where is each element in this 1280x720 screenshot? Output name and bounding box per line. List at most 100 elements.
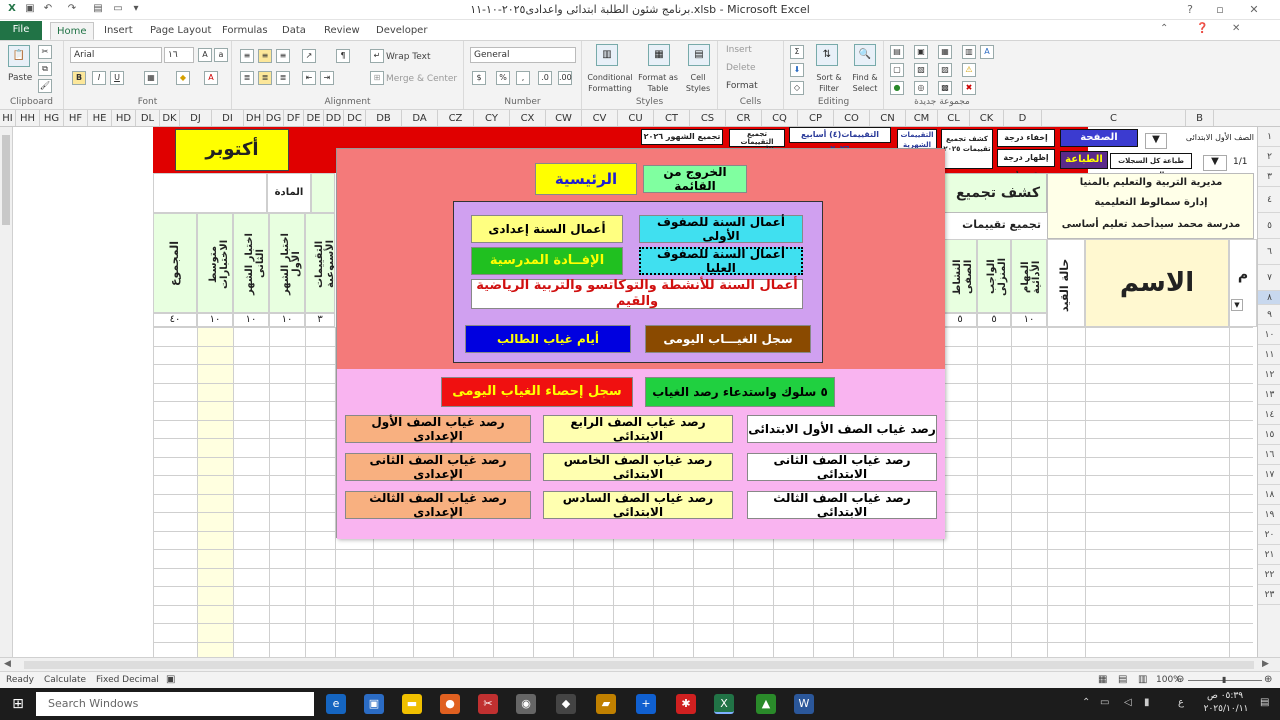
column-header[interactable]: CM: [906, 110, 938, 126]
volume-icon[interactable]: ◁: [1124, 697, 1132, 708]
zoom-in-icon[interactable]: ⊕: [1264, 674, 1272, 685]
grade-dropdown-icon[interactable]: ▼: [1145, 133, 1167, 149]
network-icon[interactable]: ▭: [1100, 697, 1109, 708]
cut-icon[interactable]: ✂: [38, 45, 52, 59]
conditional-formatting-icon[interactable]: ▥: [596, 44, 618, 66]
column-header[interactable]: CR: [726, 110, 762, 126]
format-as-table-label[interactable]: Format as Table: [638, 72, 678, 94]
firefox-icon[interactable]: ●: [440, 694, 460, 714]
column-header[interactable]: DC: [344, 110, 366, 126]
absence-prep3-button[interactable]: رصد غياب الصف الثالث الإعدادى: [345, 491, 531, 519]
row-header[interactable]: ٤: [1258, 187, 1280, 213]
column-header[interactable]: CL: [938, 110, 970, 126]
row-header[interactable]: ٢٢: [1258, 565, 1280, 585]
column-header[interactable]: CS: [690, 110, 726, 126]
row-header[interactable]: ١٢: [1258, 365, 1280, 385]
row-header[interactable]: ١٤: [1258, 405, 1280, 425]
column-header[interactable]: CQ: [762, 110, 798, 126]
column-header[interactable]: C: [1042, 110, 1186, 126]
custom-icon-2[interactable]: ▣: [914, 45, 928, 59]
language-indicator[interactable]: ع: [1178, 697, 1184, 708]
align-top-icon[interactable]: ≡: [240, 49, 254, 63]
column-header[interactable]: HD: [112, 110, 136, 126]
show-grade-button[interactable]: إظهار درجة تيرم١: [997, 149, 1055, 178]
page-break-view-icon[interactable]: ▥: [1138, 674, 1147, 685]
orientation-icon[interactable]: ↗: [302, 49, 316, 63]
find-select-label[interactable]: Find & Select: [848, 72, 882, 94]
absence-stats-button[interactable]: سجل إحصاء الغياب اليومى: [441, 377, 633, 407]
minimize-ribbon-icon[interactable]: ⌃: [1160, 23, 1168, 34]
absence-prep2-button[interactable]: رصد غياب الصف الثانى الإعدادى: [345, 453, 531, 481]
app-icon-6[interactable]: ✱: [676, 694, 696, 714]
primary-lower-button[interactable]: أعمال السنة للصفوف الأولى: [639, 215, 803, 243]
bold-button[interactable]: B: [72, 71, 86, 85]
column-header[interactable]: DJ: [180, 110, 212, 126]
borders-icon[interactable]: ▦: [144, 71, 158, 85]
percent-icon[interactable]: %: [496, 71, 510, 85]
row-header[interactable]: ١٩: [1258, 505, 1280, 525]
store-icon[interactable]: ▣: [364, 694, 384, 714]
paste-icon[interactable]: 📋: [8, 45, 30, 67]
conditional-formatting-label[interactable]: Conditional Formatting: [584, 72, 636, 94]
home-page-button[interactable]: الصفحة الرئيسية: [1060, 129, 1138, 159]
windows-start-icon[interactable]: ⊞: [8, 694, 28, 714]
tab-formulas[interactable]: Formulas: [216, 22, 274, 40]
row-header[interactable]: ٢١: [1258, 545, 1280, 565]
row-header[interactable]: ١٦: [1258, 445, 1280, 465]
absence-primary1-button[interactable]: رصد غياب الصف الأول الابتدائى: [747, 415, 937, 443]
absence-primary6-button[interactable]: رصد غياب الصف السادس الابتدائى: [543, 491, 733, 519]
collect-months-button[interactable]: تجميع الشهور ٢٠٢٦: [641, 129, 723, 145]
column-header[interactable]: CW: [546, 110, 582, 126]
tab-insert[interactable]: Insert: [98, 22, 139, 40]
row-header[interactable]: ٧: [1258, 265, 1280, 291]
activities-button[interactable]: أعمال السنة للأنشطة والتوكاتسو والتربية …: [471, 278, 803, 309]
restore-icon[interactable]: ▫: [1206, 2, 1234, 18]
align-center-icon[interactable]: ≣: [258, 71, 272, 85]
battery-icon[interactable]: ▮: [1144, 697, 1150, 708]
increase-decimal-icon[interactable]: .0: [538, 71, 552, 85]
normal-view-icon[interactable]: ▦: [1098, 674, 1107, 685]
decrease-indent-icon[interactable]: ⇤: [302, 71, 316, 85]
column-header[interactable]: HF: [64, 110, 88, 126]
horizontal-scrollbar[interactable]: ◀ ▶: [0, 657, 1280, 671]
custom-icon-6[interactable]: ▢: [890, 63, 904, 77]
app-icon-7[interactable]: ▲: [756, 694, 776, 714]
column-header[interactable]: CV: [582, 110, 618, 126]
custom-icon-3[interactable]: ▦: [938, 45, 952, 59]
help-icon[interactable]: ?: [1176, 2, 1204, 18]
underline-button[interactable]: U: [110, 71, 124, 85]
column-header[interactable]: HI: [0, 110, 16, 126]
delete-cells-button[interactable]: Delete: [726, 63, 756, 74]
custom-icon-12[interactable]: ✖: [962, 81, 976, 95]
scroll-right-icon[interactable]: ▶: [1262, 659, 1269, 669]
cell-styles-label[interactable]: Cell Styles: [680, 72, 716, 94]
align-middle-icon[interactable]: ≡: [258, 49, 272, 63]
column-header[interactable]: D: [1004, 110, 1042, 126]
absence-prep1-button[interactable]: رصد غياب الصف الأول الإعدادى: [345, 415, 531, 443]
scroll-left-icon[interactable]: ◀: [4, 659, 11, 669]
font-name-combo[interactable]: Arial: [70, 47, 162, 63]
vertical-scrollbar[interactable]: [0, 127, 13, 657]
column-header[interactable]: CP: [798, 110, 834, 126]
school-benefit-button[interactable]: الإفــادة المدرسية: [471, 247, 623, 275]
warning-icon[interactable]: ⚠: [962, 63, 976, 77]
absence-primary4-button[interactable]: رصد غياب الصف الرابع الابتدائى: [543, 415, 733, 443]
zoom-thumb-icon[interactable]: ▮: [1222, 675, 1226, 684]
notifications-icon[interactable]: ▤: [1260, 697, 1269, 708]
excel-taskbar-icon[interactable]: X: [714, 694, 734, 714]
app-icon-2[interactable]: ◉: [516, 694, 536, 714]
file-explorer-icon[interactable]: ▬: [402, 694, 422, 714]
column-header[interactable]: HG: [40, 110, 64, 126]
column-header[interactable]: DK: [160, 110, 180, 126]
column-header[interactable]: DE: [304, 110, 324, 126]
autosum-icon[interactable]: Σ: [790, 45, 804, 59]
weekly4-button[interactable]: التقييمات(٤) أسابيع ٢٠٢٦: [789, 127, 891, 153]
hscroll-track[interactable]: [24, 661, 1254, 669]
sort-filter-icon[interactable]: ⇅: [816, 44, 838, 66]
row-header[interactable]: ٦: [1258, 239, 1280, 265]
column-header[interactable]: CU: [618, 110, 654, 126]
wrap-text-icon[interactable]: ↵: [370, 49, 384, 63]
tab-developer[interactable]: Developer: [370, 22, 433, 40]
column-header[interactable]: HH: [16, 110, 40, 126]
format-painter-icon[interactable]: 🖌: [38, 79, 52, 93]
